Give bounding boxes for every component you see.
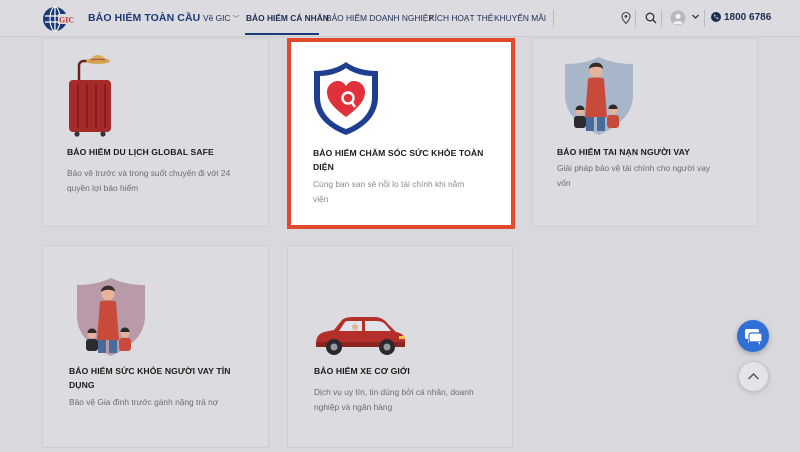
chat-icon bbox=[745, 329, 763, 345]
gic-logo[interactable]: GIC bbox=[42, 6, 80, 32]
family-shield-illustration bbox=[565, 57, 633, 135]
nav-promotions[interactable]: KHUYẾN MÃI bbox=[494, 13, 546, 23]
card-borrower-accident-insurance[interactable]: BẢO HIỂM TAI NẠN NGƯỜI VAY Giải pháp bảo… bbox=[532, 38, 758, 227]
card-motor-vehicle-insurance[interactable]: BẢO HIỂM XE CƠ GIỚI Dịch vụ uy tín, tin … bbox=[287, 245, 513, 448]
card-title: BẢO HIỂM SỨC KHỎE NGƯỜI VAY TÍN DỤNG bbox=[69, 366, 231, 390]
search-icon[interactable] bbox=[644, 11, 658, 25]
card-description: Dịch vụ uy tín, tin dùng bởi cá nhân, do… bbox=[314, 387, 474, 412]
family-shield-illustration bbox=[77, 278, 145, 356]
user-avatar-icon[interactable] bbox=[670, 10, 686, 26]
card-description: Bảo vệ Gia đình trước gánh nặng trả nợ bbox=[69, 397, 219, 407]
card-comprehensive-health-insurance[interactable]: BẢO HIỂM CHĂM SÓC SỨC KHỎE TOÀN DIỆN Cùn… bbox=[287, 38, 515, 229]
card-description: Cùng bạn san sẻ nỗi lo tài chính khi nằm… bbox=[313, 179, 465, 204]
chevron-up-icon bbox=[747, 372, 760, 380]
logo-text: GIC bbox=[59, 16, 74, 25]
suitcase-illustration bbox=[69, 55, 111, 137]
card-description: Bảo vệ trước và trong suốt chuyến đi với… bbox=[67, 168, 231, 193]
nav-personal-insurance[interactable]: BẢO HIỂM CÁ NHÂN bbox=[246, 13, 329, 23]
header-divider bbox=[661, 10, 662, 27]
card-title: BẢO HIỂM TAI NẠN NGƯỜI VAY bbox=[557, 147, 690, 157]
brand-name[interactable]: BẢO HIỂM TOÀN CẦU bbox=[88, 12, 200, 24]
phone-icon bbox=[711, 12, 721, 22]
card-borrower-health-insurance[interactable]: BẢO HIỂM SỨC KHỎE NGƯỜI VAY TÍN DỤNG Bảo… bbox=[42, 245, 269, 448]
car-illustration bbox=[316, 317, 405, 355]
scroll-to-top-button[interactable] bbox=[738, 361, 769, 392]
nav-business-insurance[interactable]: BẢO HIỂM DOANH NGHIỆP bbox=[326, 13, 434, 23]
nav-activate-card[interactable]: KÍCH HOẠT THẺ bbox=[429, 13, 493, 23]
card-description: Giải pháp bảo vệ tài chính cho người vay… bbox=[557, 163, 711, 188]
heart-shield-icon bbox=[314, 62, 378, 135]
card-title: BẢO HIỂM XE CƠ GIỚI bbox=[314, 366, 410, 376]
nav-about[interactable]: Về GIC ﹀ bbox=[203, 13, 239, 24]
header-divider bbox=[553, 10, 554, 27]
chevron-down-icon[interactable] bbox=[691, 12, 700, 21]
hotline[interactable]: 1800 6786 bbox=[711, 12, 771, 23]
site-header: GIC BẢO HIỂM TOÀN CẦU Về GIC ﹀ BẢO HIỂM C… bbox=[0, 0, 800, 37]
card-travel-insurance[interactable]: BẢO HIỂM DU LỊCH GLOBAL SAFE Bảo vệ trướ… bbox=[42, 38, 269, 227]
card-title: BẢO HIỂM DU LỊCH GLOBAL SAFE bbox=[67, 147, 214, 157]
chat-button[interactable] bbox=[737, 320, 769, 352]
card-title: BẢO HIỂM CHĂM SÓC SỨC KHỎE TOÀN DIỆN bbox=[313, 148, 484, 172]
header-divider bbox=[704, 10, 705, 27]
nav-active-underline bbox=[245, 33, 319, 35]
chevron-down-icon: ﹀ bbox=[232, 16, 240, 23]
header-divider bbox=[635, 10, 636, 27]
location-pin-icon[interactable] bbox=[619, 11, 633, 25]
